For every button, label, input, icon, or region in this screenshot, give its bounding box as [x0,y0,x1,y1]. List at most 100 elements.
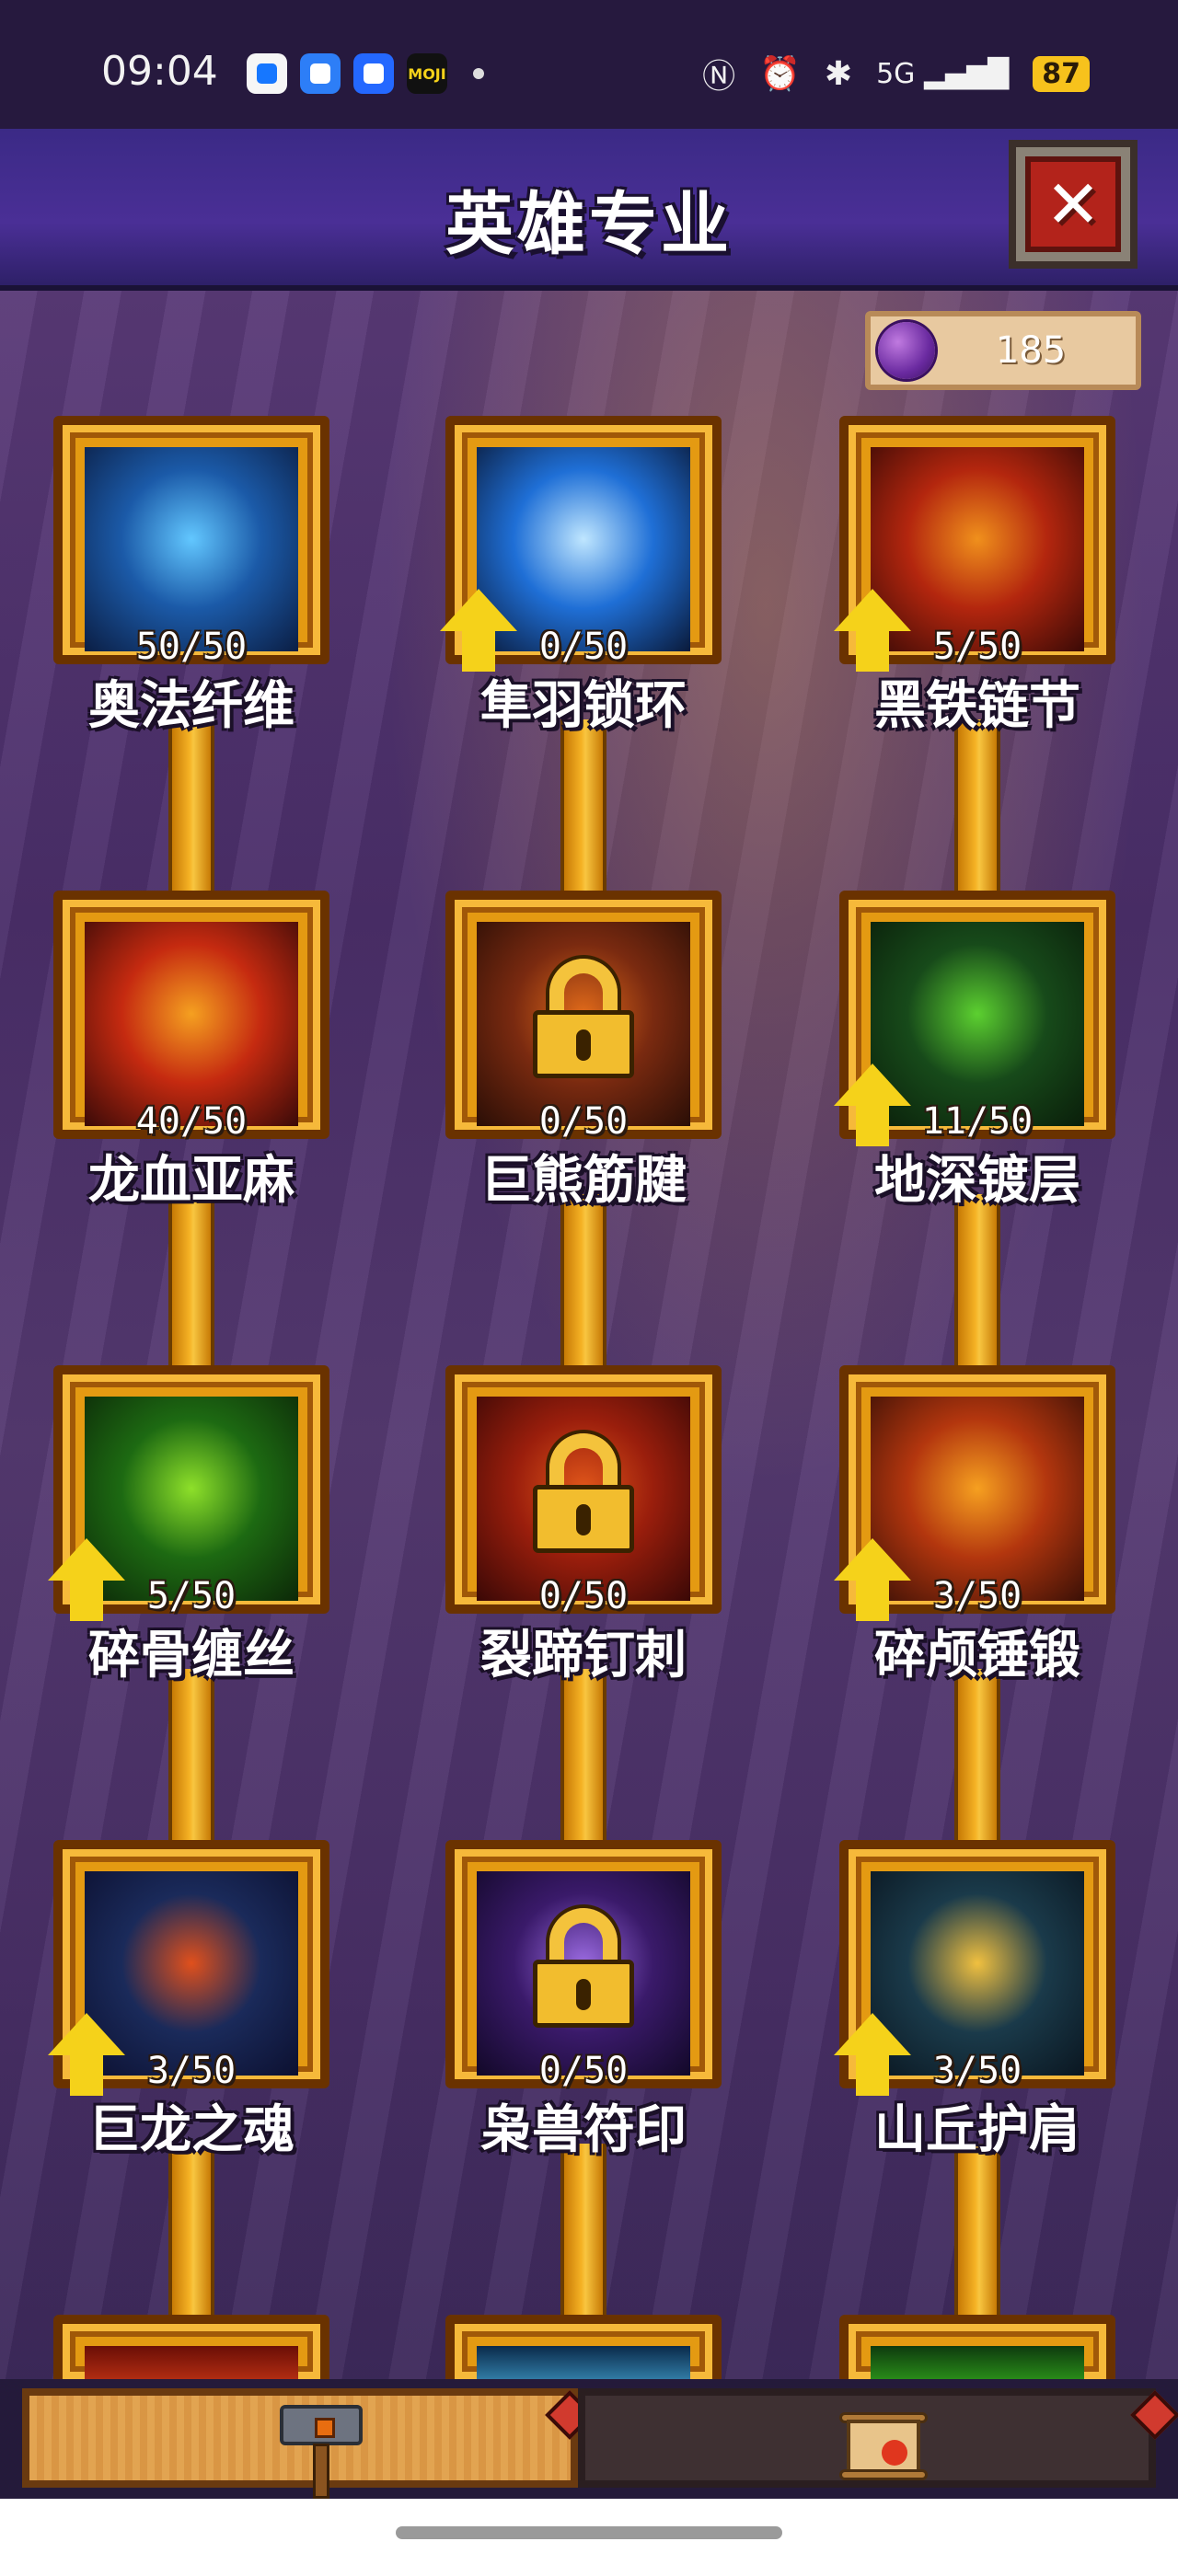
tree-connector [954,719,1000,891]
close-icon: ✕ [1045,166,1102,243]
war-hammer-icon [280,2405,363,2506]
alarm-icon: ⏰ [759,55,801,93]
bluetooth-icon: ✱ [824,54,853,93]
status-notification-icons: MOJI [247,53,484,94]
dragon-blood-linen-icon [85,922,298,1126]
talent-node-mountain-shoulder[interactable]: 3/50 山丘护肩 [834,1840,1115,2160]
talent-node-arcane-fiber[interactable]: 50/50 奥法纤维 [53,416,329,736]
scroll-body [847,2420,920,2473]
talent-name: 碎颅锤锻 [874,1626,1080,1685]
upgrade-arrow-head [834,2013,911,2055]
upgrade-arrow-icon [834,1064,911,1148]
talent-node-skull-crush-hammer[interactable]: 3/50 碎颅锤锻 [834,1365,1115,1685]
tree-connector [560,1194,606,1365]
upgrade-arrow-icon [834,1538,911,1623]
talent-node-partial[interactable] [839,2315,1115,2401]
close-button[interactable]: ✕ [1009,140,1138,269]
locked-beast-sigil-icon [477,1871,690,2076]
talent-progress: 0/50 [538,1100,629,1143]
upgrade-arrow-icon [834,2013,911,2098]
hammer-handle [313,2444,329,2499]
currency-amount: 185 [995,329,1067,372]
padlock-body [533,1485,634,1553]
padlock-body [533,1960,634,2028]
talent-node-dragon-soul[interactable]: 3/50 巨龙之魂 [48,1840,329,2160]
browser-app-icon [300,53,341,94]
talent-name: 隼羽锁环 [480,676,687,736]
talent-name: 地深镀层 [874,1151,1080,1211]
talent-name: 黑铁链节 [874,676,1080,736]
talent-frame[interactable]: 50/50 [53,416,329,668]
tree-connector [954,1194,1000,1365]
tree-connector [560,1669,606,1840]
talent-frame[interactable]: 0/50 [445,1840,722,2092]
talent-name: 碎骨缠丝 [88,1626,294,1685]
close-button-face[interactable]: ✕ [1025,156,1121,252]
arcane-fiber-icon [85,447,298,651]
fire-scroll-icon [839,2412,928,2480]
padlock-keyhole [576,1504,591,1535]
tab-forge[interactable] [22,2388,578,2499]
upgrade-arrow-icon [48,2013,125,2098]
status-time: 09:04 [101,48,218,95]
talent-frame[interactable]: 40/50 [53,891,329,1143]
bottom-tab-bar [0,2379,1178,2499]
scroll-fire-mark [882,2440,907,2466]
currency-display: 185 [865,311,1141,390]
page-header: 英雄专业 ✕ [0,129,1178,291]
gesture-bar [0,2499,1178,2576]
tree-connector [954,1669,1000,1840]
talent-frame[interactable]: 0/50 [445,1365,722,1617]
hammer-head [280,2405,363,2445]
talent-node-partial[interactable] [53,2315,329,2401]
upgrade-arrow-head [48,2013,125,2055]
talent-name: 山丘护肩 [874,2100,1080,2160]
nfc-icon: Ⓝ [702,58,736,96]
talent-node-black-iron-chain[interactable]: 5/50 黑铁链节 [834,416,1115,736]
talent-progress: 50/50 [135,626,248,668]
padlock-icon [533,1433,634,1553]
talent-node-deep-earth-plating[interactable]: 11/50 地深镀层 [834,891,1115,1211]
talent-progress: 0/50 [538,2050,629,2092]
talent-node-dragon-blood-linen[interactable]: 40/50 龙血亚麻 [53,891,329,1211]
wallet-app-icon-glyph [257,63,277,84]
upgrade-arrow-head [440,589,517,631]
purple-essence-orb-icon [878,322,935,379]
tab-scroll[interactable] [578,2388,1156,2488]
talent-name: 龙血亚麻 [88,1151,294,1211]
talent-frame[interactable]: 0/50 [445,891,722,1143]
upgrade-arrow-head [834,1064,911,1106]
padlock-keyhole [576,1979,591,2010]
talent-node-partial[interactable] [445,2315,722,2401]
talent-progress: 0/50 [538,1575,629,1617]
padlock-icon [533,1908,634,2028]
locked-giant-bear-tendon-icon [477,922,690,1126]
upgrade-arrow-head [48,1538,125,1581]
page-title: 英雄专业 [445,185,733,264]
talent-node-bone-crush-wire[interactable]: 5/50 碎骨缠丝 [48,1365,329,1685]
talent-node-split-hoof-spike[interactable]: 0/50 裂蹄钉刺 [445,1365,722,1685]
talent-name: 裂蹄钉刺 [480,1626,687,1685]
scroll-rod-bottom [839,2469,928,2480]
talent-node-beast-sigil[interactable]: 0/50 枭兽符印 [445,1840,722,2160]
tree-connector [168,1194,214,1365]
talent-name: 奥法纤维 [88,676,294,736]
padlock-icon [533,959,634,1078]
upgrade-arrow-icon [48,1538,125,1623]
status-system-icons: Ⓝ ⏰ ✱ 5G ▂▄▆█ 87 [702,50,1090,98]
tree-connector [168,719,214,891]
upgrade-arrow-icon [834,589,911,673]
messenger-app-icon-glyph [364,63,384,84]
upgrade-arrow-head [834,589,911,631]
talent-node-bird-feather-chain[interactable]: 0/50 隼羽锁环 [440,416,722,736]
moji-weather-icon: MOJI [407,53,447,94]
signal-icon: 5G ▂▄▆█ [876,57,1010,90]
upgrade-arrow-head [834,1538,911,1581]
talent-name: 巨龙之魂 [88,2100,294,2160]
padlock-keyhole [576,1029,591,1061]
tree-connector [560,719,606,891]
home-indicator[interactable] [396,2526,782,2539]
tree-connector [168,1669,214,1840]
locked-split-hoof-spike-icon [477,1397,690,1601]
talent-node-giant-bear-tendon[interactable]: 0/50 巨熊筋腱 [445,891,722,1211]
